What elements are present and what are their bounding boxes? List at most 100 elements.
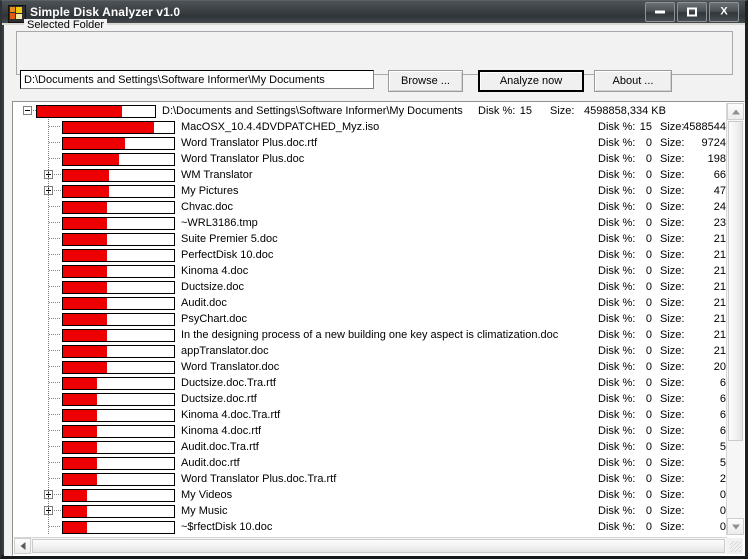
disk-usage-bar <box>62 217 175 230</box>
tree-row[interactable]: Kinoma 4.doc.Tra.rtf Disk %: 0 Size: 6 <box>14 407 727 423</box>
size-value: 0 <box>719 489 726 501</box>
item-name: Word Translator Plus.doc <box>181 153 305 165</box>
tree-connector <box>49 286 61 287</box>
disk-usage-bar <box>62 169 175 182</box>
size-value: 6 <box>719 393 726 405</box>
size-value: 2 <box>719 473 726 485</box>
disk-usage-bar <box>62 313 175 326</box>
scroll-left-arrow[interactable] <box>14 538 31 554</box>
tree-spine <box>48 359 49 375</box>
tree-spine <box>48 183 49 199</box>
tree-row[interactable]: My Pictures Disk %: 0 Size: 47 <box>14 183 727 199</box>
browse-button[interactable]: Browse ... <box>388 70 463 92</box>
tree-row[interactable]: ~WRL3186.tmp Disk %: 0 Size: 23 <box>14 215 727 231</box>
tree-row[interactable]: Chvac.doc Disk %: 0 Size: 24 <box>14 199 727 215</box>
tree-row[interactable]: PsyChart.doc Disk %: 0 Size: 21 <box>14 311 727 327</box>
disk-usage-bar <box>62 505 175 518</box>
tree-connector <box>49 318 61 319</box>
size-value: 21 <box>713 297 726 309</box>
horizontal-scrollbar[interactable] <box>14 537 727 554</box>
disk-usage-bar <box>62 249 175 262</box>
size-value: 5 <box>719 441 726 453</box>
tree-row[interactable]: Ductsize.doc.Tra.rtf Disk %: 0 Size: 6 <box>14 375 727 391</box>
size-label: Size: <box>550 105 575 117</box>
tree-row[interactable]: PerfectDisk 10.doc Disk %: 0 Size: 21 <box>14 247 727 263</box>
disk-usage-bar <box>62 489 175 502</box>
item-name: Kinoma 4.doc <box>181 265 249 277</box>
tree-row[interactable]: Kinoma 4.doc.rtf Disk %: 0 Size: 6 <box>14 423 727 439</box>
collapse-icon[interactable] <box>23 106 32 115</box>
disk-usage-tree-panel: D:\Documents and Settings\Software Infor… <box>12 101 745 556</box>
horizontal-scroll-thumb[interactable] <box>32 539 725 553</box>
analyze-now-button[interactable]: Analyze now <box>478 70 584 92</box>
size-value: 47 <box>713 185 726 197</box>
tree-spine <box>48 439 49 455</box>
tree-connector <box>49 430 61 431</box>
tree-spine <box>48 487 49 503</box>
item-name: PerfectDisk 10.doc <box>181 249 274 261</box>
tree-row[interactable]: Suite Premier 5.doc Disk %: 0 Size: 21 <box>14 231 727 247</box>
tree-row[interactable]: Kinoma 4.doc Disk %: 0 Size: 21 <box>14 263 727 279</box>
size-value: 0 <box>719 505 726 517</box>
disk-usage-bar <box>62 201 175 214</box>
item-name: appTranslator.doc <box>181 345 269 357</box>
tree-connector <box>49 302 61 303</box>
tree-row[interactable]: My Music Disk %: 0 Size: 0 <box>14 503 727 519</box>
size-value: 21 <box>713 281 726 293</box>
tree-spine <box>48 375 49 391</box>
tree-row[interactable]: Audit.doc.Tra.rtf Disk %: 0 Size: 5 <box>14 439 727 455</box>
size-value: 24 <box>713 201 726 213</box>
vertical-scroll-thumb[interactable] <box>728 121 743 441</box>
folder-path-input[interactable] <box>20 70 374 89</box>
tree-row[interactable]: WM Translator Disk %: 0 Size: 66 <box>14 167 727 183</box>
disk-usage-bar <box>62 393 175 406</box>
item-name: Audit.doc.rtf <box>181 457 240 469</box>
tree-row[interactable]: Word Translator Plus.doc.rtf Disk %: 0 Size… <box>14 135 727 151</box>
tree-spine <box>48 215 49 231</box>
disk-usage-bar <box>62 185 175 198</box>
disk-usage-bar <box>62 521 175 534</box>
tree-spine <box>48 407 49 423</box>
size-value: 6 <box>719 409 726 421</box>
tree-row[interactable]: Word Translator.doc Disk %: 0 Size: 20 <box>14 359 727 375</box>
item-name: In the designing process of a new buildi… <box>181 329 559 341</box>
tree-spine <box>48 327 49 343</box>
tree-rows-container[interactable]: D:\Documents and Settings\Software Infor… <box>14 103 727 535</box>
close-button[interactable]: X <box>709 2 739 22</box>
size-value: 21 <box>713 313 726 325</box>
tree-row[interactable]: D:\Documents and Settings\Software Infor… <box>14 103 727 119</box>
tree-spine <box>48 247 49 263</box>
window-controls: X <box>645 2 739 22</box>
client-area: Selected Folder Browse ... Analyze now A… <box>4 19 745 556</box>
tree-row[interactable]: Ductsize.doc Disk %: 0 Size: 21 <box>14 279 727 295</box>
tree-spine <box>48 167 49 183</box>
minimize-button[interactable] <box>645 2 675 22</box>
maximize-button[interactable] <box>677 2 707 22</box>
title-bar[interactable]: Simple Disk Analyzer v1.0 X <box>2 1 745 25</box>
size-value: 4588544 <box>683 121 726 133</box>
vertical-scrollbar[interactable] <box>726 103 744 535</box>
disk-usage-bar <box>62 297 175 310</box>
scroll-down-arrow[interactable] <box>727 518 744 535</box>
about-button[interactable]: About ... <box>594 70 672 92</box>
tree-row[interactable]: Ductsize.doc.rtf Disk %: 0 Size: 6 <box>14 391 727 407</box>
tree-connector <box>49 254 61 255</box>
disk-percent-label: Disk %: <box>478 105 516 117</box>
item-name: ~$rfectDisk 10.doc <box>181 521 273 533</box>
item-name: Ductsize.doc.rtf <box>181 393 257 405</box>
tree-row[interactable]: Word Translator Plus.doc.Tra.rtf Disk %: 0… <box>14 471 727 487</box>
tree-row[interactable]: My Videos Disk %: 0 Size: 0 <box>14 487 727 503</box>
tree-connector <box>49 334 61 335</box>
tree-row[interactable]: MacOSX_10.4.4DVDPATCHED_Myz.iso Disk %: 15… <box>14 119 727 135</box>
tree-row[interactable]: Audit.doc Disk %: 0 Size: 21 <box>14 295 727 311</box>
resize-grip[interactable] <box>727 538 743 554</box>
disk-usage-bar <box>62 137 175 150</box>
tree-row[interactable]: Word Translator Plus.doc Disk %: 0 Size: 198 <box>14 151 727 167</box>
scroll-up-arrow[interactable] <box>727 103 744 120</box>
tree-row[interactable]: Audit.doc.rtf Disk %: 0 Size: 5 <box>14 455 727 471</box>
item-name: Chvac.doc <box>181 201 233 213</box>
size-value: 20 <box>713 361 726 373</box>
tree-row[interactable]: In the designing process of a new buildi… <box>14 327 727 343</box>
tree-row[interactable]: appTranslator.doc Disk %: 0 Size: 21 <box>14 343 727 359</box>
tree-row[interactable]: ~$rfectDisk 10.doc Disk %: 0 Size: 0 <box>14 519 727 535</box>
